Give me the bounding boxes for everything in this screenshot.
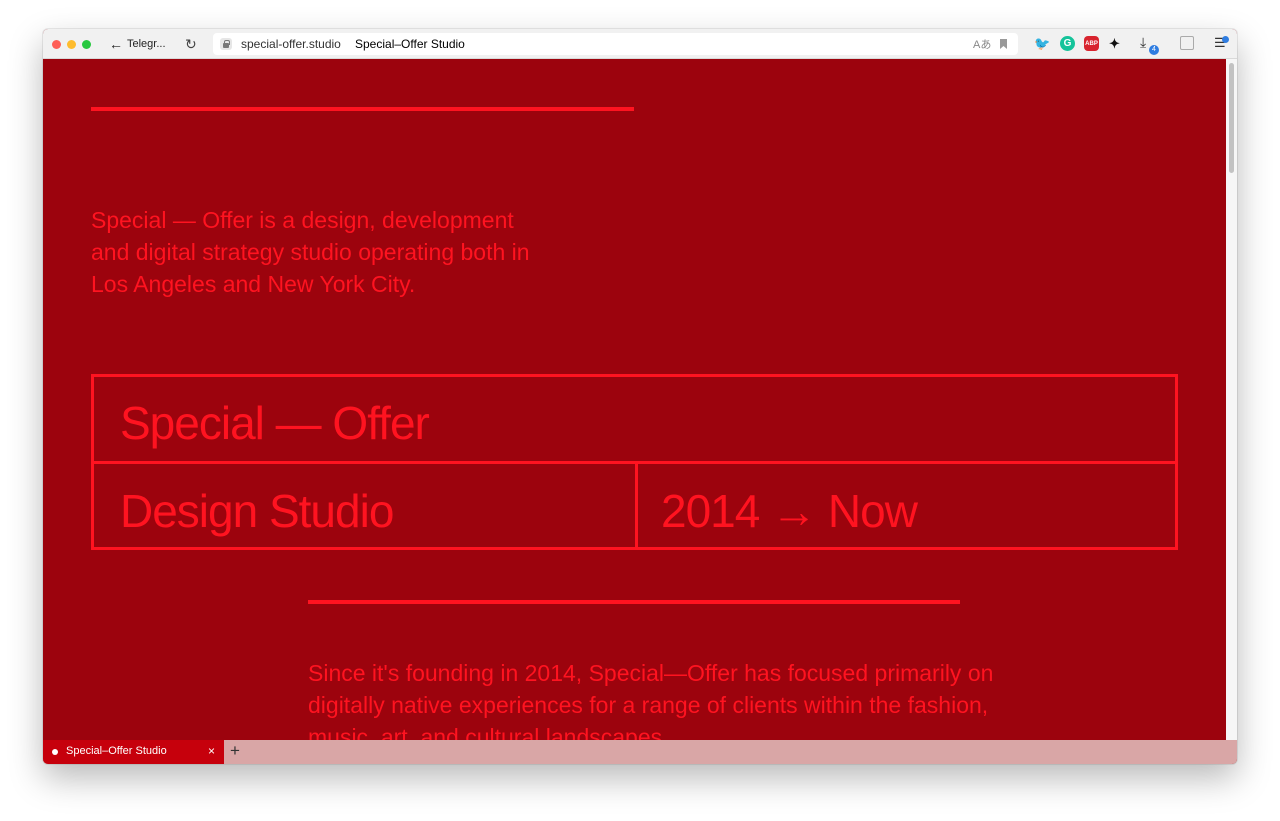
years-label: 2014 → Now <box>661 485 918 537</box>
brand-title: Special — Offer <box>120 397 430 449</box>
browser-window: ← Telegr... ↻ special-offer.studio Speci… <box>43 29 1237 764</box>
studio-info-grid: Special — Offer Design Studio 2014 → Now <box>91 374 1178 550</box>
top-divider <box>91 107 634 111</box>
download-icon[interactable]: ⤓ <box>1140 34 1146 51</box>
middle-divider <box>308 600 960 604</box>
download-count-badge: 4 <box>1149 45 1159 55</box>
translate-icon[interactable]: Aあ <box>973 36 991 52</box>
notification-dot <box>1222 36 1229 43</box>
lock-icon <box>220 38 232 50</box>
close-window-button[interactable] <box>52 40 61 49</box>
adblock-plus-extension-icon[interactable]: ABP <box>1084 36 1099 51</box>
tool-extension-icon[interactable]: ✦ <box>1107 36 1122 51</box>
founding-text: Since it's founding in 2014, Special—Off… <box>308 660 994 740</box>
address-bar[interactable]: special-offer.studio Special–Offer Studi… <box>213 33 1018 55</box>
page-scrollbar[interactable] <box>1226 59 1237 740</box>
back-label: Telegr... <box>127 38 166 50</box>
bird-extension-icon[interactable]: 🐦 <box>1034 36 1050 51</box>
arrow-left-icon: ← <box>109 36 123 52</box>
tab-special-offer-studio[interactable]: Special–Offer Studio × <box>43 740 224 764</box>
sidebar-icon[interactable] <box>1180 36 1194 50</box>
url-domain: special-offer.studio <box>241 37 341 51</box>
reload-icon[interactable]: ↻ <box>185 35 197 53</box>
close-tab-icon[interactable]: × <box>208 744 215 758</box>
url-page-title: Special–Offer Studio <box>355 37 465 51</box>
grammarly-extension-icon[interactable]: G <box>1060 36 1075 51</box>
minimize-window-button[interactable] <box>67 40 76 49</box>
tab-title: Special–Offer Studio <box>66 745 167 757</box>
back-button[interactable]: ← Telegr... <box>109 35 166 53</box>
tab-bar: Special–Offer Studio × + <box>43 740 1237 764</box>
page-content: Special — Offer is a design, development… <box>43 59 1226 740</box>
bookmark-icon[interactable] <box>1000 39 1007 49</box>
intro-text: Special — Offer is a design, development… <box>91 207 530 297</box>
browser-toolbar: ← Telegr... ↻ special-offer.studio Speci… <box>43 29 1237 59</box>
zoom-window-button[interactable] <box>82 40 91 49</box>
favicon-icon <box>52 749 58 755</box>
scrollbar-thumb[interactable] <box>1229 63 1234 173</box>
studio-label: Design Studio <box>120 485 394 537</box>
new-tab-button[interactable]: + <box>230 741 240 761</box>
grid-vertical-divider <box>635 463 638 549</box>
